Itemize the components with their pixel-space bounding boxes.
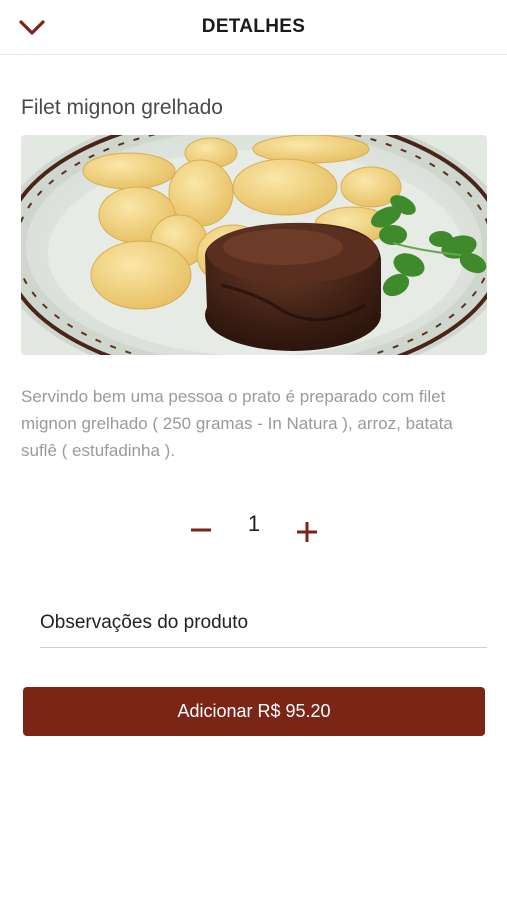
minus-icon	[191, 528, 211, 532]
product-name: Filet mignon grelhado	[21, 96, 223, 119]
add-to-cart-button[interactable]: Adicionar R$ 95.20	[23, 687, 485, 736]
product-notes-input[interactable]	[40, 598, 487, 648]
product-photo	[21, 135, 487, 355]
app-header: DETALHES	[0, 0, 507, 55]
quantity-value: 1	[247, 511, 261, 536]
page-title: DETALHES	[201, 16, 306, 37]
plus-icon	[297, 522, 317, 542]
increase-quantity-button[interactable]	[292, 515, 322, 549]
quantity-stepper: 1	[0, 505, 507, 555]
decrease-quantity-button[interactable]	[186, 513, 216, 547]
product-description: Servindo bem uma pessoa o prato é prepar…	[21, 387, 453, 460]
